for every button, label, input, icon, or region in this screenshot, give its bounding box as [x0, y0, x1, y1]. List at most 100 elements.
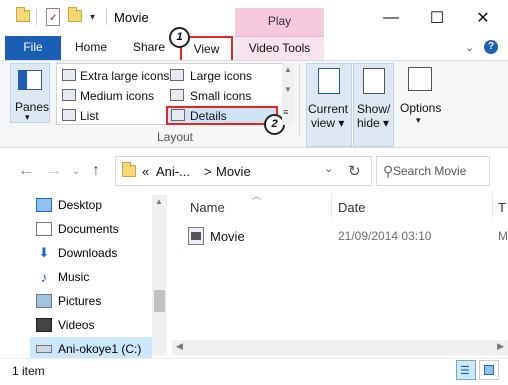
search-icon: ⚲: [383, 163, 394, 179]
small-icons-icon: [170, 89, 184, 101]
breadcrumb-item[interactable]: Movie: [216, 164, 251, 179]
current-view-label: Current: [308, 102, 349, 116]
show-hide-label-2: hide ▾: [357, 116, 390, 130]
panes-icon: [18, 70, 42, 90]
column-header-type[interactable]: T: [498, 200, 506, 215]
nav-item-music[interactable]: ♪ Music: [36, 265, 156, 289]
nav-item-label: Music: [58, 270, 90, 284]
panes-button[interactable]: Panes ▾: [10, 63, 50, 123]
documents-icon: [36, 222, 52, 236]
large-icons-icon: [170, 69, 184, 81]
options-dropdown-icon: ▾: [416, 115, 421, 125]
list-icon: [62, 109, 76, 121]
layout-list[interactable]: List: [80, 109, 99, 123]
drive-icon: [36, 345, 52, 353]
music-icon: ♪: [36, 270, 52, 284]
file-date: 21/09/2014 03:10: [338, 229, 432, 243]
horizontal-scrollbar[interactable]: ◀ ▶: [172, 340, 508, 355]
file-type: M: [498, 229, 508, 243]
column-header-date[interactable]: Date: [338, 200, 365, 215]
nav-item-desktop[interactable]: Desktop: [36, 193, 156, 217]
divider: [106, 9, 107, 25]
tab-home[interactable]: Home: [66, 36, 116, 60]
layout-extra-large[interactable]: Extra large icons: [80, 69, 169, 83]
current-view-button[interactable]: Current view ▾: [306, 63, 352, 147]
options-label: Options: [400, 101, 442, 115]
nav-item-label: Desktop: [58, 198, 103, 212]
nav-scrollbar[interactable]: ▲: [152, 195, 167, 355]
nav-item-downloads[interactable]: ⬇ Downloads: [36, 241, 156, 265]
tab-file[interactable]: File: [5, 36, 61, 60]
close-button[interactable]: ✕: [460, 0, 506, 36]
desktop-icon: [36, 198, 52, 212]
collapse-ribbon-icon[interactable]: ⌄: [465, 41, 474, 54]
options-icon: [408, 67, 432, 91]
step-badge: 1: [169, 27, 190, 48]
layout-group-label: Layout: [156, 130, 194, 144]
current-view-icon: [318, 68, 340, 94]
nav-item-documents[interactable]: Documents: [36, 217, 156, 241]
show-hide-label: Show/: [357, 102, 391, 116]
nav-scrollbar-thumb[interactable]: [154, 290, 165, 312]
gallery-scrollbar[interactable]: ▲ ▼ ≡: [282, 63, 294, 125]
divider: [331, 193, 332, 219]
divider: [492, 193, 493, 219]
details-icon: [171, 109, 185, 121]
folder-icon: [122, 162, 136, 177]
status-bar: [0, 358, 508, 385]
nav-item-label: Downloads: [58, 246, 118, 260]
pictures-icon: [36, 294, 52, 308]
divider: [299, 64, 300, 136]
forward-button[interactable]: →: [46, 162, 62, 180]
extra-large-icons-icon: [62, 69, 76, 81]
back-button[interactable]: ←: [18, 162, 34, 180]
maximize-button[interactable]: ☐: [414, 0, 460, 36]
nav-item-label: Videos: [58, 318, 95, 332]
sort-indicator-icon: ︿: [252, 191, 262, 201]
download-icon: ⬇: [36, 246, 52, 260]
tab-video-tools[interactable]: Video Tools: [235, 36, 324, 60]
show-hide-button[interactable]: Show/ hide ▾: [353, 63, 394, 147]
medium-icons-icon: [62, 89, 76, 101]
current-view-label-2: view ▾: [311, 116, 345, 130]
new-folder-icon[interactable]: [68, 7, 82, 22]
options-button[interactable]: Options ▾: [398, 63, 444, 133]
details-view-toggle[interactable]: ☰: [456, 360, 476, 380]
nav-item-videos[interactable]: Videos: [36, 313, 156, 337]
customize-toolbar-icon[interactable]: ▾: [90, 12, 95, 23]
breadcrumb-prefix: «: [142, 164, 150, 179]
table-row[interactable]: Movie 21/09/2014 03:10 M: [186, 225, 508, 247]
search-input[interactable]: Search Movie: [393, 164, 466, 178]
show-hide-icon: [363, 68, 385, 94]
up-button[interactable]: ↑: [92, 162, 100, 180]
layout-details[interactable]: Details: [190, 109, 227, 123]
layout-small[interactable]: Small icons: [190, 89, 251, 103]
nav-item-pictures[interactable]: Pictures: [36, 289, 156, 313]
nav-item-label: Pictures: [58, 294, 102, 308]
minimize-button[interactable]: —: [368, 0, 414, 36]
large-icons-view-toggle[interactable]: [479, 360, 499, 380]
layout-large[interactable]: Large icons: [190, 69, 252, 83]
search-box[interactable]: ⚲ Search Movie: [376, 156, 490, 186]
address-bar[interactable]: « Ani-... > Movie ⌄ ↻: [115, 156, 372, 186]
panes-label: Panes: [15, 100, 50, 114]
window-title: Movie: [114, 10, 149, 25]
divider: [36, 9, 37, 25]
column-header-name[interactable]: Name: [190, 200, 225, 215]
properties-icon[interactable]: ✓: [46, 8, 60, 26]
tab-share[interactable]: Share: [124, 36, 174, 60]
help-icon[interactable]: ?: [484, 40, 498, 54]
breadcrumb-separator[interactable]: >: [204, 164, 212, 179]
context-tab-label: Play: [267, 14, 292, 28]
video-file-icon: [188, 227, 204, 245]
refresh-icon[interactable]: ↻: [348, 162, 361, 180]
recent-locations-button[interactable]: ⌄: [72, 166, 80, 177]
nav-item-label: Documents: [58, 222, 119, 236]
layout-medium[interactable]: Medium icons: [80, 89, 154, 103]
address-dropdown-icon[interactable]: ⌄: [324, 162, 333, 175]
nav-item-label: Ani-okoye1 (C:): [58, 342, 142, 356]
breadcrumb-item[interactable]: Ani-...: [156, 164, 190, 179]
item-count: 1 item: [12, 364, 45, 378]
folder-icon: [16, 7, 30, 22]
file-name: Movie: [210, 229, 245, 244]
